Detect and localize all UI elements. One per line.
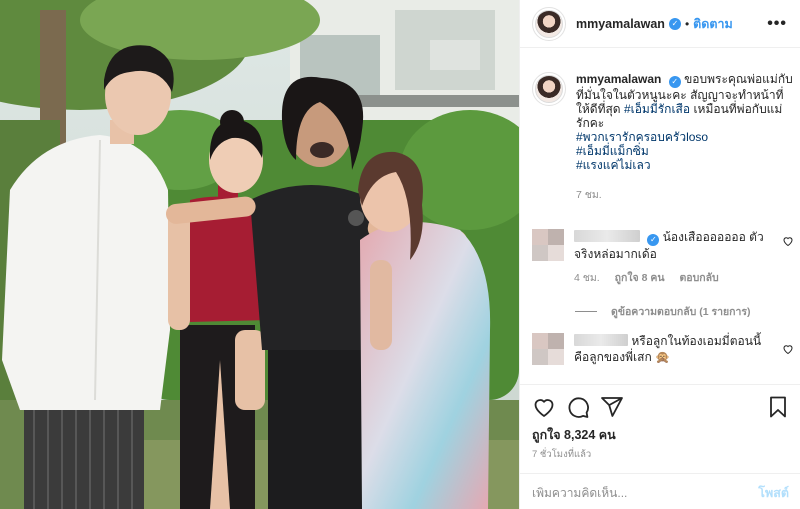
comment-input[interactable] — [532, 485, 759, 500]
header-username[interactable]: mmyamalawan — [576, 17, 665, 31]
avatar[interactable] — [535, 75, 563, 103]
comment-likes-link[interactable]: ถูกใจ 8 คน — [615, 272, 665, 284]
bookmark-icon[interactable] — [766, 395, 790, 419]
more-icon[interactable]: ••• — [767, 15, 787, 33]
view-replies-button[interactable]: ดูข้อความตอบกลับ (1 รายการ) — [575, 303, 751, 320]
verified-badge-icon: ✓ — [668, 76, 681, 88]
post-header: mmyamalawan ✓ • ติดตาม ••• — [520, 0, 800, 48]
photo-illustration — [0, 0, 519, 509]
replies-divider-line — [575, 311, 597, 312]
separator-dot: • — [684, 16, 690, 31]
reply-button[interactable]: ตอบกลับ — [679, 272, 718, 284]
comment-avatar[interactable] — [532, 229, 564, 261]
hashtag-link[interactable]: #เอ็มมี่แม็กซิ่ม — [576, 144, 794, 158]
hashtag-link[interactable]: #พวกเรารักครอบครัวloso — [576, 130, 794, 144]
caption-body: mmyamalawan ✓ ขอบพระคุณพ่อแม่กับที่มั่นใ… — [576, 72, 794, 202]
likes-count[interactable]: ถูกใจ 8,324 คน — [532, 425, 616, 445]
share-icon[interactable] — [600, 395, 624, 419]
post-side-panel: mmyamalawan ✓ • ติดตาม ••• mmyamalawan ✓… — [519, 0, 800, 509]
comment-avatar[interactable] — [532, 333, 564, 365]
post-photo[interactable] — [0, 0, 519, 509]
hashtag-link[interactable]: #แรงแค่ไม่เลว — [576, 158, 794, 172]
comment-body: หรือลูกในท้องเอมมี่ตอนนี้คือลูกของพี่เสก… — [574, 333, 774, 365]
verified-badge-icon: ✓ — [647, 234, 660, 246]
blurred-username — [574, 334, 628, 346]
verified-badge-icon: ✓ — [668, 17, 681, 30]
post-actions-section: ถูกใจ 8,324 คน 7 ชั่วโมงที่แล้ว โพสต์ — [520, 384, 800, 509]
follow-button[interactable]: ติดตาม — [693, 14, 733, 34]
caption-avatar-ring[interactable] — [532, 72, 566, 106]
post-caption: mmyamalawan ✓ ขอบพระคุณพ่อแม่กับที่มั่นใ… — [532, 72, 794, 202]
comment-meta: 4 ชม. ถูกใจ 8 คน ตอบกลับ — [574, 270, 774, 286]
post-comment-button[interactable]: โพสต์ — [758, 483, 789, 503]
blurred-username — [574, 230, 640, 242]
comment-like-heart-icon[interactable] — [782, 235, 794, 247]
add-comment-bar: โพสต์ — [520, 473, 800, 509]
header-avatar-ring[interactable] — [532, 6, 566, 41]
heart-icon[interactable] — [532, 395, 556, 419]
avatar[interactable] — [535, 9, 563, 38]
view-replies-label: ดูข้อความตอบกลับ (1 รายการ) — [611, 306, 751, 318]
action-icons — [532, 395, 790, 421]
caption-timestamp: 7 ชม. — [576, 189, 602, 201]
caption-username[interactable]: mmyamalawan — [576, 72, 661, 86]
comment-body: ✓ น้องเสือออออออ ตัวจริงหล่อมากเด้อ 4 ชม… — [574, 229, 774, 286]
comment-like-heart-icon[interactable] — [782, 343, 794, 355]
comment-item: หรือลูกในท้องเอมมี่ตอนนี้คือลูกของพี่เสก… — [532, 333, 794, 365]
comment-icon[interactable] — [566, 395, 590, 419]
comment-time: 4 ชม. — [574, 272, 600, 284]
post-timestamp: 7 ชั่วโมงที่แล้ว — [532, 449, 592, 460]
hashtag-link[interactable]: #เอ็มมี่รักเสือ — [624, 102, 690, 116]
comment-item: ✓ น้องเสือออออออ ตัวจริงหล่อมากเด้อ 4 ชม… — [532, 229, 794, 286]
